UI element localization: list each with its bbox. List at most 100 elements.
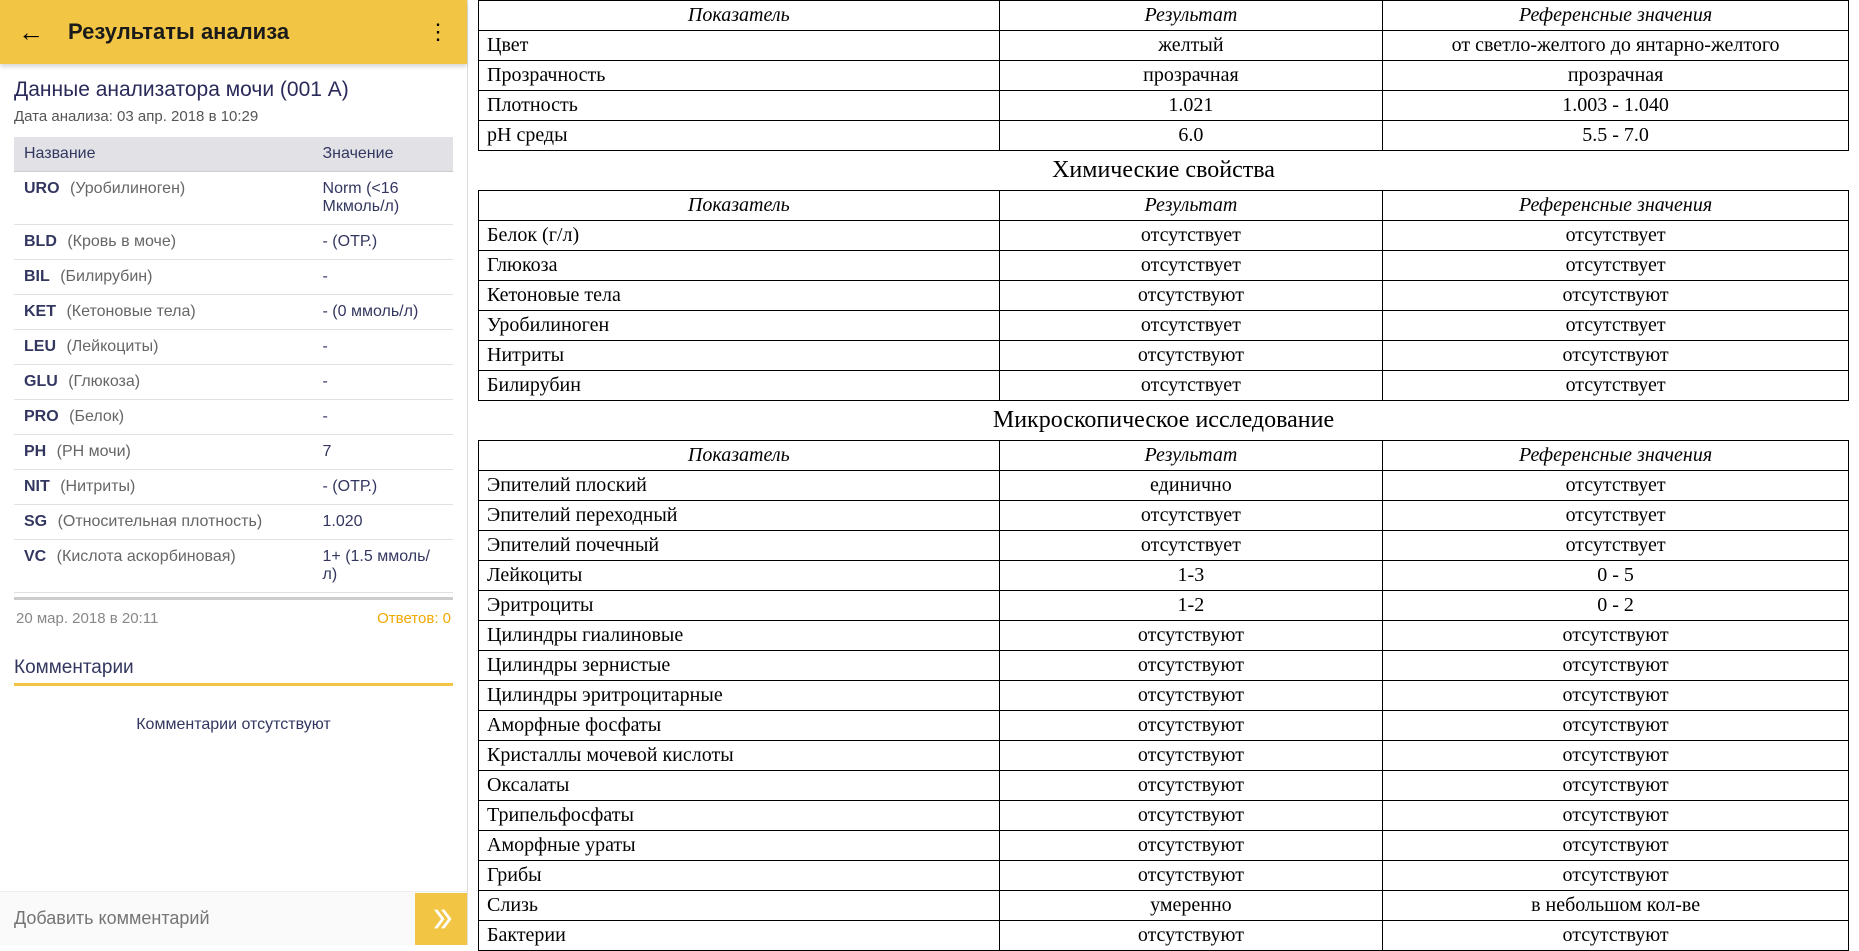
param-value: 7 (313, 435, 453, 470)
doc-param: Кетоновые тела (479, 281, 1000, 311)
app-panel: ← Результаты анализа ⋮ Данные анализатор… (0, 0, 468, 945)
doc-ref: отсутствуют (1383, 771, 1849, 801)
col-name: Название (14, 137, 313, 172)
send-button[interactable] (415, 893, 467, 945)
menu-icon[interactable]: ⋮ (427, 19, 449, 45)
doc-param: Билирубин (479, 371, 1000, 401)
col-ref: Референсные значения (1383, 1, 1849, 31)
doc-ref: отсутствуют (1383, 621, 1849, 651)
answers-count[interactable]: Ответов: 0 (377, 610, 451, 627)
doc-param: Бактерии (479, 921, 1000, 951)
doc-table: ПоказательРезультатРеференсные значенияБ… (478, 190, 1849, 401)
doc-result: отсутствуют (999, 861, 1383, 891)
doc-param: Эритроциты (479, 591, 1000, 621)
col-result: Результат (999, 441, 1383, 471)
analysis-date: Дата анализа: 03 апр. 2018 в 10:29 (14, 108, 453, 125)
doc-result: прозрачная (999, 61, 1383, 91)
doc-table: ПоказательРезультатРеференсные значения Э… (478, 440, 1849, 951)
table-row[interactable]: BIL (Билирубин)- (14, 260, 453, 295)
doc-row: Билирубинотсутствуетотсутствует (479, 371, 1849, 401)
doc-ref: отсутствуют (1383, 861, 1849, 891)
table-row[interactable]: VC (Кислота аскорбиновая)1+ (1.5 ммоль/л… (14, 540, 453, 593)
param-value: - (0 ммоль/л) (313, 295, 453, 330)
app-bar: ← Результаты анализа ⋮ (0, 0, 467, 64)
param-value: - (ОТР.) (313, 470, 453, 505)
param-name: SG (Относительная плотность) (14, 505, 313, 540)
doc-param: Эпителий почечный (479, 531, 1000, 561)
doc-result: отсутствует (999, 371, 1383, 401)
doc-result: 1-3 (999, 561, 1383, 591)
doc-result: 1.021 (999, 91, 1383, 121)
doc-ref: 5.5 - 7.0 (1383, 121, 1849, 151)
doc-result: отсутствуют (999, 831, 1383, 861)
doc-result: отсутствуют (999, 921, 1383, 951)
doc-result: отсутствует (999, 221, 1383, 251)
doc-ref: отсутствуют (1383, 711, 1849, 741)
doc-table: ПоказательРезультатРеференсные значенияЦ… (478, 0, 1849, 151)
doc-ref: отсутствуют (1383, 651, 1849, 681)
param-name: GLU (Глюкоза) (14, 365, 313, 400)
doc-param: Цвет (479, 31, 1000, 61)
doc-param: Аморфные фосфаты (479, 711, 1000, 741)
table-row[interactable]: BLD (Кровь в моче)- (ОТР.) (14, 225, 453, 260)
doc-ref: от светло-желтого до янтарно-желтого (1383, 31, 1849, 61)
doc-result: отсутствуют (999, 741, 1383, 771)
doc-ref: 1.003 - 1.040 (1383, 91, 1849, 121)
doc-ref: отсутствуют (1383, 921, 1849, 951)
results-table: Название Значение URO (Уробилиноген)Norm… (14, 137, 453, 593)
col-value: Значение (313, 137, 453, 172)
table-row[interactable]: PH (РН мочи)7 (14, 435, 453, 470)
param-name: VC (Кислота аскорбиновая) (14, 540, 313, 593)
doc-param: Аморфные ураты (479, 831, 1000, 861)
table-row[interactable]: LEU (Лейкоциты)- (14, 330, 453, 365)
content-area: Данные анализатора мочи (001 A) Дата ана… (0, 64, 467, 891)
doc-ref: отсутствуют (1383, 341, 1849, 371)
table-row[interactable]: NIT (Нитриты)- (ОТР.) (14, 470, 453, 505)
param-name: BIL (Билирубин) (14, 260, 313, 295)
doc-row: Прозрачностьпрозрачнаяпрозрачная (479, 61, 1849, 91)
table-row[interactable]: GLU (Глюкоза)- (14, 365, 453, 400)
table-row[interactable]: SG (Относительная плотность)1.020 (14, 505, 453, 540)
doc-row: Трипельфосфатыотсутствуютотсутствуют (479, 801, 1849, 831)
doc-row: Цветжелтыйот светло-желтого до янтарно-ж… (479, 31, 1849, 61)
param-name: PH (РН мочи) (14, 435, 313, 470)
doc-result: отсутствуют (999, 651, 1383, 681)
doc-result: отсутствуют (999, 771, 1383, 801)
comment-input[interactable] (0, 892, 415, 945)
footer-row: 20 мар. 2018 в 20:11 Ответов: 0 (14, 597, 453, 633)
back-icon[interactable]: ← (18, 17, 44, 48)
doc-ref: отсутствуют (1383, 281, 1849, 311)
doc-ref: отсутствует (1383, 501, 1849, 531)
doc-result: отсутствуют (999, 621, 1383, 651)
doc-param: Глюкоза (479, 251, 1000, 281)
document-panel: ПоказательРезультатРеференсные значенияЦ… (468, 0, 1859, 945)
doc-result: отсутствует (999, 531, 1383, 561)
comment-composer (0, 891, 467, 945)
param-name: KET (Кетоновые тела) (14, 295, 313, 330)
doc-row: Цилиндры гиалиновыеотсутствуютотсутствую… (479, 621, 1849, 651)
table-row[interactable]: KET (Кетоновые тела)- (0 ммоль/л) (14, 295, 453, 330)
param-name: BLD (Кровь в моче) (14, 225, 313, 260)
col-ref: Референсные значения (1383, 441, 1849, 471)
doc-param: Цилиндры гиалиновые (479, 621, 1000, 651)
doc-result: 6.0 (999, 121, 1383, 151)
param-value: - (313, 400, 453, 435)
doc-row: Кристаллы мочевой кислотыотсутствуютотсу… (479, 741, 1849, 771)
doc-param: Трипельфосфаты (479, 801, 1000, 831)
param-name: NIT (Нитриты) (14, 470, 313, 505)
doc-param: Белок (г/л) (479, 221, 1000, 251)
footer-date: 20 мар. 2018 в 20:11 (16, 610, 158, 627)
doc-ref: отсутствует (1383, 221, 1849, 251)
col-result: Результат (999, 191, 1383, 221)
doc-ref: 0 - 5 (1383, 561, 1849, 591)
doc-param: Цилиндры зернистые (479, 651, 1000, 681)
doc-result: отсутствуют (999, 341, 1383, 371)
table-row[interactable]: PRO (Белок)- (14, 400, 453, 435)
doc-param: Кристаллы мочевой кислоты (479, 741, 1000, 771)
col-param: Показатель (479, 441, 1000, 471)
doc-row: Эпителий почечныйотсутствуетотсутствует (479, 531, 1849, 561)
doc-param: рН среды (479, 121, 1000, 151)
table-row[interactable]: URO (Уробилиноген)Norm (<16 Мкмоль/л) (14, 172, 453, 225)
doc-result: отсутствуют (999, 801, 1383, 831)
doc-row: Цилиндры эритроцитарныеотсутствуютотсутс… (479, 681, 1849, 711)
